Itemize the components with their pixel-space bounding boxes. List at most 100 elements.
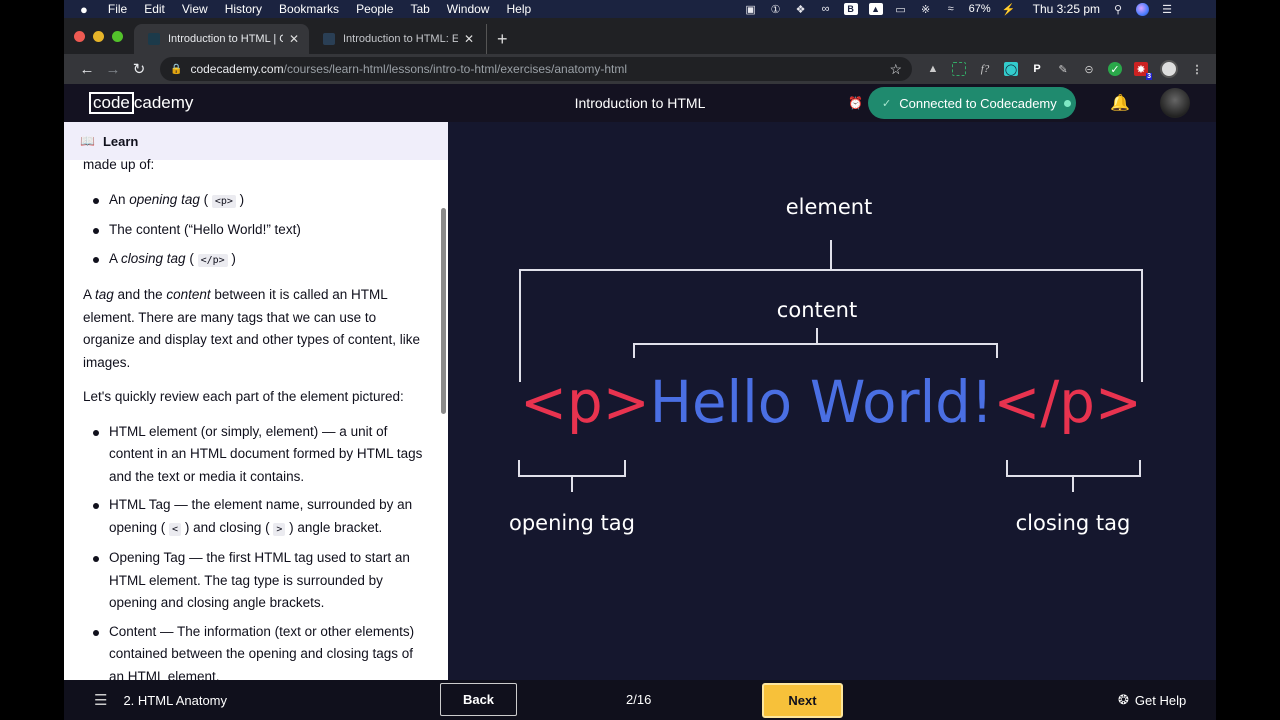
paragraph: Let's quickly review each part of the el… (83, 389, 404, 404)
screenshot-extension-icon[interactable] (952, 62, 966, 76)
tab-title: Introduction to HTML: Elements (343, 33, 458, 45)
get-help-button[interactable]: ❂ Get Help (1118, 692, 1186, 708)
lesson-name[interactable]: 2. HTML Anatomy (123, 693, 227, 708)
text: ) and closing ( (181, 519, 274, 535)
drive-icon[interactable]: ▲ (868, 3, 883, 15)
close-window-button[interactable] (74, 31, 85, 42)
menu-view[interactable]: View (182, 2, 208, 16)
list-item: HTML Tag — the element name, surrounded … (83, 494, 428, 541)
alarm-clock-icon[interactable]: ⏰ (848, 96, 863, 110)
codecademy-favicon (323, 33, 335, 45)
learn-scrollbar[interactable] (441, 208, 446, 414)
maximize-window-button[interactable] (112, 31, 123, 42)
chrome-profile-avatar[interactable] (1160, 60, 1178, 78)
browser-tab[interactable]: Introduction to HTML: Elements ✕ (309, 24, 484, 54)
new-tab-button[interactable]: + (486, 24, 508, 54)
close-tab-icon[interactable]: ✕ (289, 32, 299, 46)
bookmark-star-icon[interactable]: ☆ (889, 61, 902, 78)
next-button[interactable]: Next (762, 683, 843, 718)
lesson-footer: ☰ 2. HTML Anatomy Back 2/16 Next ❂ Get H… (64, 680, 1216, 720)
label-element: element (786, 195, 873, 219)
back-button[interactable]: Back (440, 683, 517, 716)
siri-icon[interactable] (1136, 2, 1149, 16)
paragraph: A tag and the content between it is call… (83, 284, 428, 374)
dropbox-icon[interactable]: ❖ (794, 3, 808, 16)
menu-edit[interactable]: Edit (144, 2, 165, 16)
chrome-menu-icon[interactable]: ⋮ (1190, 62, 1204, 76)
notification-center-icon[interactable]: ☰ (1160, 3, 1174, 16)
content-text: Hello World! (650, 368, 994, 436)
close-tab-icon[interactable]: ✕ (464, 32, 474, 46)
check-extension-icon[interactable]: ✓ (1108, 62, 1122, 76)
bluetooth-icon[interactable]: ※ (919, 3, 933, 16)
menu-bookmarks[interactable]: Bookmarks (279, 2, 339, 16)
text: A (109, 250, 122, 266)
pen-extension-icon[interactable]: ✎ (1056, 62, 1070, 76)
browser-tab-active[interactable]: Introduction to HTML | Codecademy ✕ (134, 24, 309, 54)
connection-status-text: Connected to Codecademy (899, 95, 1057, 111)
apple-menu-icon[interactable]: ● (80, 2, 88, 17)
hamburger-menu-icon[interactable]: ☰ (94, 691, 107, 709)
codecademy-logo[interactable]: code cademy (89, 92, 193, 114)
list-item: A closing tag ( </p> ) (83, 248, 428, 273)
menu-people[interactable]: People (356, 2, 393, 16)
list-item: The content (“Hello World!” text) (83, 219, 428, 242)
1password-icon[interactable]: ① (769, 3, 783, 16)
url-path: /courses/learn-html/lessons/intro-to-htm… (283, 62, 628, 76)
block-extension-icon[interactable]: ⊝ (1082, 62, 1096, 76)
screen: ● Chrome File Edit View History Bookmark… (0, 0, 1280, 720)
back-arrow-icon[interactable]: ← (74, 61, 100, 78)
menu-file[interactable]: File (108, 2, 127, 16)
status-dot (1063, 99, 1071, 107)
address-bar[interactable]: 🔒 codecademy.com /courses/learn-html/les… (160, 57, 912, 81)
minimize-window-button[interactable] (93, 31, 104, 42)
content-bracket (633, 328, 998, 358)
reload-icon[interactable]: ↻ (126, 60, 152, 78)
wifi-icon[interactable]: ≈ (944, 3, 958, 15)
menu-window[interactable]: Window (447, 2, 490, 16)
airplay-icon[interactable]: ▭ (894, 3, 908, 16)
list-item: HTML element (or simply, element) — a un… (83, 421, 428, 489)
window-controls (74, 31, 123, 42)
p-extension-icon[interactable]: P (1030, 62, 1044, 76)
codecademy-favicon (148, 33, 160, 45)
bell-icon[interactable]: 🔔 (1110, 93, 1130, 113)
b-icon[interactable]: B (843, 3, 858, 15)
inline-code: <p> (211, 194, 236, 208)
creative-cloud-icon[interactable]: ∞ (819, 3, 833, 15)
menu-help[interactable]: Help (506, 2, 531, 16)
emphasis: closing tag (121, 250, 186, 266)
learn-tab-label: Learn (102, 133, 139, 149)
extensions-bar: ▲ f? ◯ P ✎ ⊝ ✓ ✸ 3 ⋮ (926, 60, 1204, 80)
user-avatar[interactable] (1160, 88, 1190, 118)
menu-tab[interactable]: Tab (410, 2, 429, 16)
clock[interactable]: Thu 3:25 pm (1033, 2, 1100, 16)
close-tag: </p> (993, 368, 1142, 436)
connection-status-badge[interactable]: ✓ Connected to Codecademy (868, 87, 1076, 119)
closing-tag-bracket (1006, 460, 1141, 492)
spotlight-search-icon[interactable]: ⚲ (1111, 3, 1125, 16)
forward-arrow-icon[interactable]: → (100, 61, 126, 78)
get-help-label: Get Help (1134, 692, 1187, 708)
battery-icon[interactable]: ⚡ (1002, 3, 1016, 16)
screen-record-icon[interactable]: ▣ (744, 3, 758, 16)
red-extension-icon[interactable]: ✸ 3 (1134, 62, 1152, 80)
lesson-content: made up of: An opening tag ( <p> ) The c… (64, 154, 448, 680)
list-item: Opening Tag — the first HTML tag used to… (83, 547, 428, 615)
label-opening-tag: opening tag (509, 511, 635, 535)
learn-panel: 📖 Learn made up of: An opening tag ( <p>… (64, 122, 448, 680)
list-item: Content — The information (text or other… (83, 621, 428, 680)
app-header: code cademy Introduction to HTML ⏰ ✓ Conn… (64, 84, 1216, 122)
text: and the (113, 287, 167, 302)
hello-world-code: <p>Hello World!</p> (520, 368, 1142, 436)
open-tag: <p> (520, 368, 650, 436)
extension-badge: 3 (1146, 73, 1152, 80)
check-icon: ✓ (882, 97, 892, 110)
exercise-progress: 2/16 (626, 692, 652, 707)
menu-history[interactable]: History (225, 2, 262, 16)
circle-extension-icon[interactable]: ◯ (1004, 62, 1018, 76)
whatfont-extension-icon[interactable]: f? (978, 62, 992, 76)
diagram-svg: element content <p>Hello World!</p> open… (509, 195, 1143, 535)
google-drive-extension-icon[interactable]: ▲ (926, 62, 940, 76)
book-icon: 📖 (80, 134, 95, 148)
